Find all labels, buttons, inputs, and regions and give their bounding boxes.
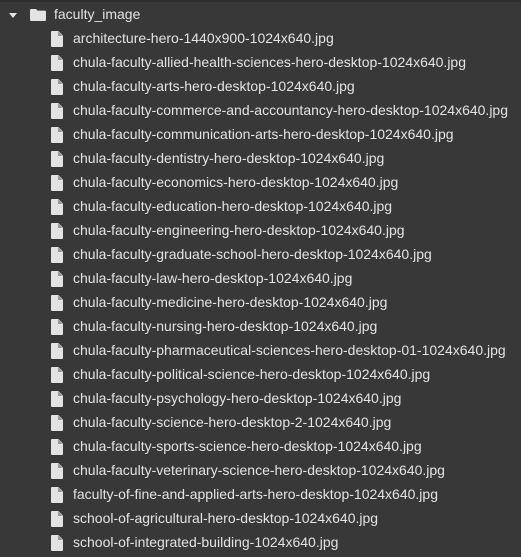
file-name: chula-faculty-engineering-hero-desktop-1… [73,222,405,238]
file-name: chula-faculty-communication-arts-hero-de… [73,126,454,142]
file-item[interactable]: school-of-integrated-building-1024x640.j… [0,531,521,555]
file-name: chula-faculty-allied-health-sciences-her… [73,54,466,70]
file-name: chula-faculty-dentistry-hero-desktop-102… [73,150,385,166]
file-icon [51,175,63,191]
file-item[interactable]: architecture-hero-1440x900-1024x640.jpg [0,27,521,51]
file-item[interactable]: school-of-agricultural-hero-desktop-1024… [0,507,521,531]
file-icon [51,247,63,263]
file-item[interactable]: chula-faculty-engineering-hero-desktop-1… [0,219,521,243]
file-item[interactable]: chula-faculty-veterinary-science-hero-de… [0,459,521,483]
file-item[interactable]: chula-faculty-political-science-hero-des… [0,363,521,387]
file-icon [51,319,63,335]
file-name: chula-faculty-graduate-school-hero-deskt… [73,246,432,262]
file-item[interactable]: faculty-of-fine-and-applied-arts-hero-de… [0,483,521,507]
file-icon [51,439,63,455]
file-item[interactable]: chula-faculty-graduate-school-hero-deskt… [0,243,521,267]
file-icon [51,223,63,239]
file-name: chula-faculty-science-hero-desktop-2-102… [73,414,392,430]
file-icon [51,463,63,479]
file-name: faculty-of-fine-and-applied-arts-hero-de… [73,486,438,502]
file-item[interactable]: chula-faculty-commerce-and-accountancy-h… [0,99,521,123]
file-name: chula-faculty-law-hero-desktop-1024x640.… [73,270,353,286]
file-item[interactable]: chula-faculty-sports-science-hero-deskto… [0,435,521,459]
file-icon [51,535,63,551]
file-item[interactable]: chula-faculty-education-hero-desktop-102… [0,195,521,219]
file-name: chula-faculty-psychology-hero-desktop-10… [73,390,402,406]
file-name: architecture-hero-1440x900-1024x640.jpg [73,30,334,46]
file-icon [51,487,63,503]
file-name: chula-faculty-nursing-hero-desktop-1024x… [73,318,378,334]
caret-down-icon[interactable] [9,13,17,18]
file-item[interactable]: chula-faculty-psychology-hero-desktop-10… [0,387,521,411]
file-item[interactable]: chula-faculty-arts-hero-desktop-1024x640… [0,75,521,99]
folder-icon [30,9,46,21]
file-item[interactable]: chula-faculty-science-hero-desktop-2-102… [0,411,521,435]
file-icon [51,295,63,311]
file-icon [51,367,63,383]
file-icon [51,55,63,71]
file-icon [51,415,63,431]
file-icon [51,271,63,287]
file-item[interactable]: chula-faculty-economics-hero-desktop-102… [0,171,521,195]
file-name: chula-faculty-pharmaceutical-sciences-he… [73,342,506,358]
file-icon [51,391,63,407]
file-icon [51,79,63,95]
file-name: chula-faculty-political-science-hero-des… [73,366,431,382]
file-name: chula-faculty-arts-hero-desktop-1024x640… [73,78,355,94]
file-item[interactable]: chula-faculty-nursing-hero-desktop-1024x… [0,315,521,339]
file-icon [51,151,63,167]
file-name: chula-faculty-commerce-and-accountancy-h… [73,102,509,118]
file-name: chula-faculty-sports-science-hero-deskto… [73,438,422,454]
file-name: chula-faculty-education-hero-desktop-102… [73,198,393,214]
file-item[interactable]: chula-faculty-pharmaceutical-sciences-he… [0,339,521,363]
file-name: school-of-agricultural-hero-desktop-1024… [73,510,379,526]
file-icon [51,511,63,527]
top-divider [0,0,521,2]
file-name: chula-faculty-veterinary-science-hero-de… [73,462,445,478]
file-item[interactable]: chula-faculty-dentistry-hero-desktop-102… [0,147,521,171]
file-item[interactable]: chula-faculty-allied-health-sciences-her… [0,51,521,75]
file-name: chula-faculty-medicine-hero-desktop-1024… [73,294,388,310]
file-item[interactable]: chula-faculty-communication-arts-hero-de… [0,123,521,147]
file-icon [51,127,63,143]
folder-label: faculty_image [54,6,141,22]
file-name: school-of-integrated-building-1024x640.j… [73,534,339,550]
file-item[interactable]: chula-faculty-law-hero-desktop-1024x640.… [0,267,521,291]
file-icon [51,199,63,215]
file-item[interactable]: chula-faculty-medicine-hero-desktop-1024… [0,291,521,315]
file-icon [51,103,63,119]
file-icon [51,31,63,47]
file-name: chula-faculty-economics-hero-desktop-102… [73,174,399,190]
file-icon [51,343,63,359]
folder-row-faculty-image[interactable]: faculty_image [0,3,521,27]
